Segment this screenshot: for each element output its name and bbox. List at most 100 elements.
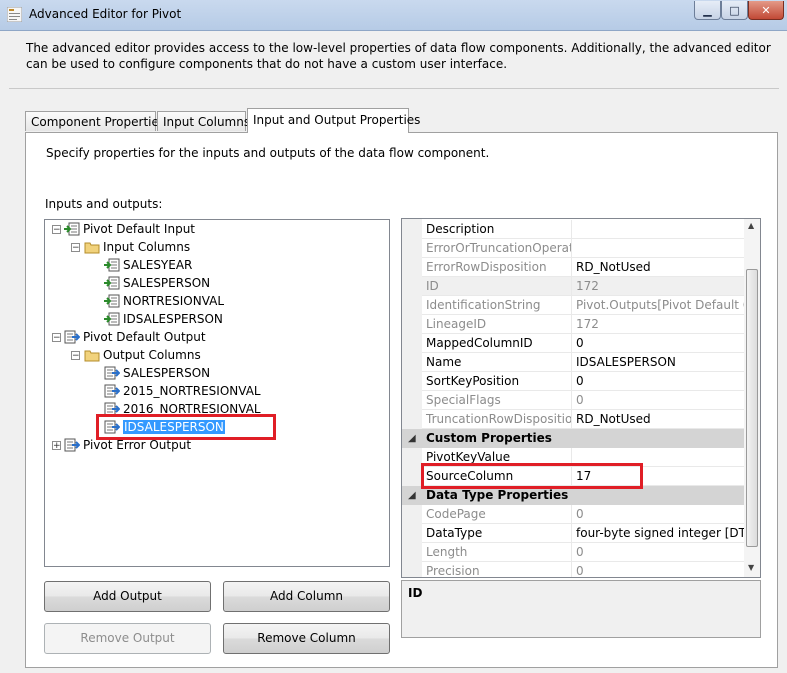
- tree-node-input-column[interactable]: IDSALESPERSON: [104, 310, 223, 328]
- scroll-up-icon[interactable]: ▲: [748, 221, 754, 230]
- property-value[interactable]: four-byte signed integer [DT_I4]: [572, 524, 744, 542]
- property-name: ErrorOrTruncationOperation: [422, 239, 572, 257]
- property-row-selected[interactable]: ID 172: [422, 277, 744, 296]
- collapse-triangle-icon[interactable]: ◢: [408, 429, 416, 448]
- expand-icon[interactable]: +: [52, 441, 61, 451]
- input-column-icon: [104, 276, 120, 290]
- tree-node-input-column[interactable]: SALESPERSON: [104, 274, 210, 292]
- output-column-icon: [104, 366, 120, 380]
- property-row[interactable]: SortKeyPosition 0: [422, 372, 744, 391]
- panel-instruction: Specify properties for the inputs and ou…: [46, 146, 490, 160]
- property-grid-scrollbar[interactable]: ▲ ▼: [744, 219, 760, 577]
- tree-label-text: IDSALESPERSON: [123, 312, 223, 326]
- property-row[interactable]: IdentificationString Pivot.Outputs[Pivot …: [422, 296, 744, 315]
- tree-node-input-column[interactable]: NORTRESIONVAL: [104, 292, 224, 310]
- minimize-button[interactable]: ▁: [694, 1, 721, 20]
- tree-node-output-column[interactable]: 2015_NORTRESIONVAL: [104, 382, 261, 400]
- tree-label-text: Pivot Default Input: [83, 222, 196, 236]
- property-row[interactable]: Precision 0: [422, 562, 744, 577]
- property-row[interactable]: ErrorRowDisposition RD_NotUsed: [422, 258, 744, 277]
- property-value[interactable]: 0: [572, 391, 744, 409]
- property-name: ErrorRowDisposition: [422, 258, 572, 276]
- add-column-button[interactable]: Add Column: [223, 581, 390, 612]
- tree-node-input-column[interactable]: SALESYEAR: [104, 256, 192, 274]
- tree-node-output-columns[interactable]: Output Columns: [84, 346, 201, 364]
- collapse-icon[interactable]: −: [52, 225, 61, 235]
- property-value[interactable]: RD_NotUsed: [572, 258, 744, 276]
- separator: [9, 88, 779, 89]
- property-value[interactable]: IDSALESPERSON: [572, 353, 744, 371]
- property-name: Name: [422, 353, 572, 371]
- editor-description: The advanced editor provides access to t…: [26, 41, 771, 71]
- collapse-icon[interactable]: −: [52, 333, 61, 343]
- collapse-icon[interactable]: −: [71, 351, 80, 361]
- tree-label-text: Pivot Default Output: [83, 330, 206, 344]
- window-title: Advanced Editor for Pivot: [29, 7, 182, 21]
- tree-node-default-input[interactable]: Pivot Default Input: [64, 220, 195, 238]
- property-value[interactable]: [572, 239, 744, 257]
- category-custom-properties[interactable]: ◢ Custom Properties: [402, 429, 744, 448]
- tree-label-text: 2015_NORTRESIONVAL: [123, 384, 261, 398]
- property-row[interactable]: LineageID 172: [422, 315, 744, 334]
- tree-node-default-output[interactable]: Pivot Default Output: [64, 328, 206, 346]
- property-name: ID: [422, 277, 572, 295]
- property-row[interactable]: MappedColumnID 0: [422, 334, 744, 353]
- property-value[interactable]: 0: [572, 505, 744, 523]
- remove-column-button[interactable]: Remove Column: [223, 623, 390, 654]
- category-label: Custom Properties: [426, 431, 552, 445]
- tree-label-text: Pivot Error Output: [83, 438, 192, 452]
- inputs-outputs-tree[interactable]: − Pivot Default Input − Input Columns SA…: [44, 219, 390, 567]
- title-bar[interactable]: Advanced Editor for Pivot ▁ □ ✕: [0, 0, 787, 31]
- property-name: LineageID: [422, 315, 572, 333]
- collapse-icon[interactable]: −: [71, 243, 80, 253]
- remove-output-button[interactable]: Remove Output: [44, 623, 211, 654]
- tree-label-text: SALESPERSON: [123, 276, 211, 290]
- property-value[interactable]: 172: [572, 277, 744, 295]
- property-row[interactable]: CodePage 0: [422, 505, 744, 524]
- property-name: IdentificationString: [422, 296, 572, 314]
- property-name: DataType: [422, 524, 572, 542]
- property-row[interactable]: ErrorOrTruncationOperation: [422, 239, 744, 258]
- property-name: TruncationRowDisposition: [422, 410, 572, 428]
- property-value[interactable]: 172: [572, 315, 744, 333]
- property-value[interactable]: [572, 220, 744, 238]
- property-value[interactable]: Pivot.Outputs[Pivot Default Out: [572, 296, 744, 314]
- input-column-icon: [104, 294, 120, 308]
- tab-input-output-properties[interactable]: Input and Output Properties: [247, 108, 420, 133]
- input-column-icon: [104, 312, 120, 326]
- property-row[interactable]: Length 0: [422, 543, 744, 562]
- property-name: SortKeyPosition: [422, 372, 572, 390]
- close-icon: ✕: [761, 3, 771, 17]
- property-value[interactable]: 0: [572, 334, 744, 352]
- property-row[interactable]: TruncationRowDisposition RD_NotUsed: [422, 410, 744, 429]
- tree-node-input-columns[interactable]: Input Columns: [84, 238, 190, 256]
- property-description-title: ID: [408, 586, 423, 600]
- tree-label-text: NORTRESIONVAL: [123, 294, 225, 308]
- property-row[interactable]: Description: [422, 220, 744, 239]
- property-value[interactable]: 0: [572, 372, 744, 390]
- property-value[interactable]: 0: [572, 543, 744, 561]
- tab-component-properties[interactable]: Component Properties: [25, 111, 165, 131]
- scroll-down-icon[interactable]: ▼: [748, 563, 754, 572]
- folder-icon: [84, 350, 100, 362]
- maximize-button[interactable]: □: [721, 1, 748, 20]
- property-grid[interactable]: Description ErrorOrTruncationOperation E…: [401, 218, 761, 578]
- property-value[interactable]: RD_NotUsed: [572, 410, 744, 428]
- add-output-button[interactable]: Add Output: [44, 581, 211, 612]
- output-icon: [64, 330, 80, 344]
- collapse-triangle-icon[interactable]: ◢: [408, 486, 416, 505]
- property-row[interactable]: SpecialFlags 0: [422, 391, 744, 410]
- input-column-icon: [104, 258, 120, 272]
- tree-label-text: Input Columns: [103, 240, 191, 254]
- tree-node-output-column[interactable]: SALESPERSON: [104, 364, 210, 382]
- app-icon: [7, 7, 22, 22]
- close-button[interactable]: ✕: [748, 1, 784, 20]
- output-column-icon: [104, 384, 120, 398]
- property-value[interactable]: 0: [572, 562, 744, 577]
- property-description-box: ID: [401, 580, 761, 638]
- property-name: CodePage: [422, 505, 572, 523]
- property-row[interactable]: Name IDSALESPERSON: [422, 353, 744, 372]
- scrollbar-thumb[interactable]: [746, 269, 758, 547]
- property-row[interactable]: DataTypefour-byte signed integer [DT_I4]: [422, 524, 744, 543]
- tab-input-columns[interactable]: Input Columns: [157, 111, 250, 131]
